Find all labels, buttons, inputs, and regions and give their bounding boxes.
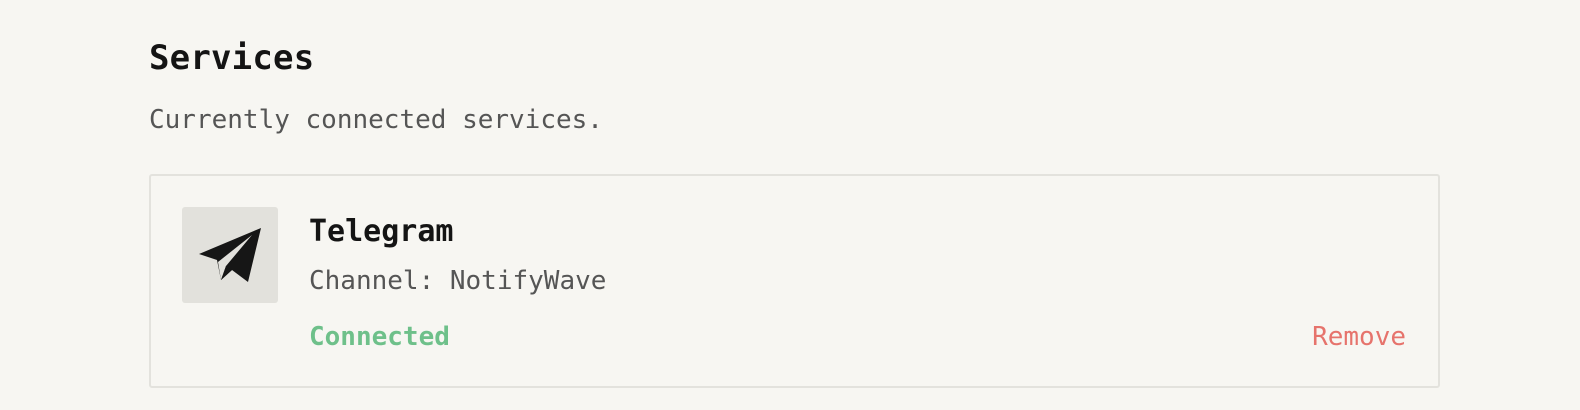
- status-badge: Connected: [309, 322, 450, 352]
- service-name: Telegram: [309, 214, 454, 249]
- section-title: Services: [149, 38, 315, 78]
- remove-button[interactable]: Remove: [1312, 320, 1406, 354]
- telegram-icon: [199, 228, 261, 282]
- section-subtitle: Currently connected services.: [149, 105, 603, 135]
- service-channel: Channel: NotifyWave: [309, 266, 607, 296]
- service-card-telegram: Telegram Channel: NotifyWave Connected R…: [149, 174, 1440, 388]
- service-icon-tile: [182, 207, 278, 303]
